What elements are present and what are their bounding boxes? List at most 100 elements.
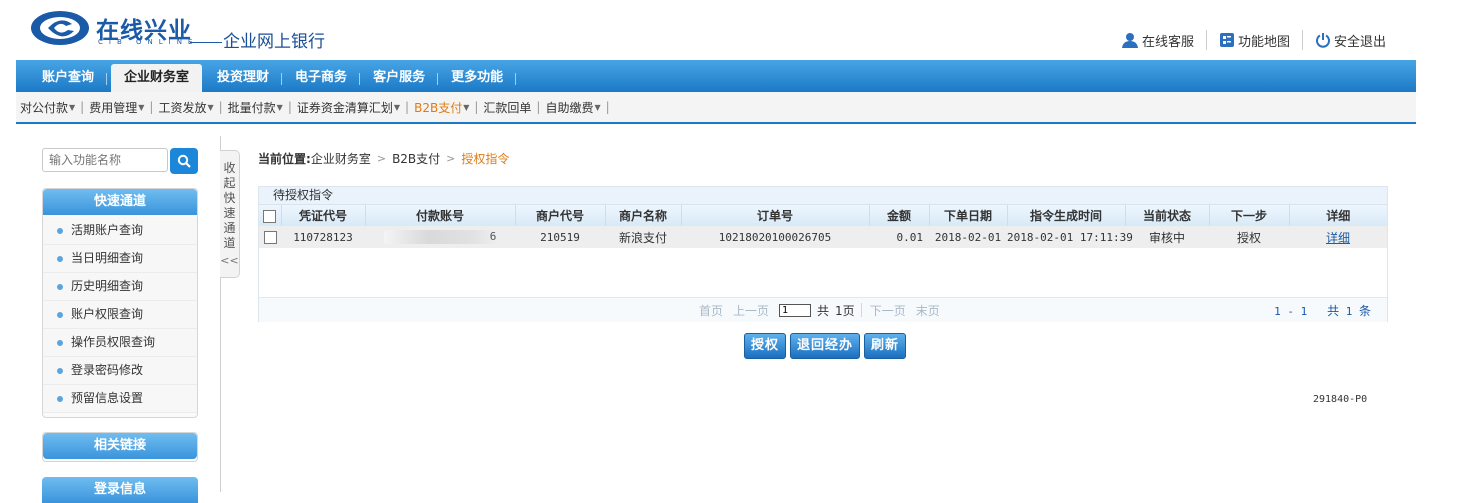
subnav-expense-management[interactable]: 费用管理 ▼	[85, 99, 148, 116]
quick-item-label: 当日明细查询	[71, 251, 144, 265]
quick-item-reserved-info[interactable]: 预留信息设置	[43, 385, 197, 413]
first-page-link[interactable]: 首页	[699, 302, 723, 319]
dropdown-arrow-icon: ▼	[463, 102, 470, 112]
search-button[interactable]	[170, 148, 198, 174]
col-order-date: 下单日期	[929, 205, 1008, 226]
function-search	[42, 148, 198, 176]
subnav-label: 对公付款	[20, 100, 69, 115]
collapse-char: 收	[223, 161, 236, 175]
breadcrumb-prefix: 当前位置	[258, 152, 307, 166]
nav-more-functions[interactable]: 更多功能	[438, 64, 517, 92]
quick-item-label: 预留信息设置	[71, 391, 144, 405]
function-search-input[interactable]	[42, 148, 168, 172]
cell-amount: 0.01	[896, 230, 924, 244]
breadcrumb-level2[interactable]: B2B支付	[392, 150, 440, 167]
record-count: 1 - 1 共 1 条	[1274, 302, 1371, 319]
subnav-label: 汇款回单	[483, 100, 532, 115]
cell-voucher: 110728123	[293, 230, 353, 244]
nav-customer-service[interactable]: 客户服务	[360, 64, 439, 92]
breadcrumb: 当前位置: 企业财务室 > B2B支付 > 授权指令	[258, 150, 509, 167]
cell-status: 审核中	[1148, 230, 1185, 245]
subnav-divider: |	[405, 100, 410, 114]
subnav-divider: |	[474, 100, 479, 114]
power-icon	[1316, 33, 1330, 48]
quick-access-title[interactable]: 快速通道	[43, 189, 197, 215]
double-chevron-left-icon: <<	[220, 254, 239, 267]
breadcrumb-chevron-icon: >	[376, 152, 387, 165]
account-tail: 6	[489, 230, 497, 243]
collapse-char: 快	[223, 191, 236, 205]
next-page-link[interactable]: 下一页	[870, 302, 906, 319]
quick-item-today-detail[interactable]: 当日明细查询	[43, 245, 197, 273]
select-all-checkbox[interactable]	[263, 209, 277, 223]
quick-item-history-detail[interactable]: 历史明细查询	[43, 273, 197, 301]
detail-link[interactable]: 详细	[1326, 231, 1350, 245]
transaction-code: 291840-P0	[1313, 394, 1368, 405]
nav-finance-room[interactable]: 企业财务室	[111, 64, 203, 92]
online-service-link[interactable]: 在线客服	[1109, 31, 1206, 50]
quick-access-list: 活期账户查询 当日明细查询 历史明细查询 账户权限查询 操作员权限查询 登录密码…	[43, 215, 197, 417]
quick-access-panel: 快速通道 活期账户查询 当日明细查询 历史明细查询 账户权限查询 操作员权限查询…	[42, 188, 198, 418]
quick-item-current-account[interactable]: 活期账户查询	[43, 217, 197, 245]
pending-instructions-grid: 待授权指令 凭证代号 付款账号 商户代号 商户名称 订单号 金额 下单日期 指令…	[258, 186, 1388, 322]
col-created-time: 指令生成时间	[1007, 205, 1126, 226]
nav-ecommerce[interactable]: 电子商务	[282, 64, 361, 92]
col-voucher: 凭证代号	[281, 205, 366, 226]
last-page-link[interactable]: 末页	[916, 302, 940, 319]
col-next-step: 下一步	[1209, 205, 1290, 226]
related-links-title[interactable]: 相关链接	[43, 433, 197, 459]
cell-detail: 详细	[1289, 226, 1387, 248]
col-pay-account: 付款账号	[365, 205, 516, 226]
subnav-batch-payment[interactable]: 批量付款 ▼	[224, 99, 287, 116]
subnav-divider: |	[80, 100, 85, 114]
function-map-label: 功能地图	[1237, 34, 1290, 50]
login-info-title[interactable]: 登录信息	[42, 477, 198, 503]
nav-investment[interactable]: 投资理财	[204, 64, 283, 92]
dropdown-arrow-icon: ▼	[393, 102, 401, 112]
logout-link[interactable]: 安全退出	[1303, 31, 1398, 50]
related-links-panel: 相关链接	[42, 432, 198, 462]
page-number-input[interactable]	[779, 303, 812, 317]
pager-links: 首页 上一页 共 1页 下一页 末页	[699, 302, 950, 319]
bullet-icon	[57, 227, 63, 234]
collapse-quick-access-tab[interactable]: 收 起 快 速 通 道 <<	[220, 150, 240, 278]
subnav-b2b-payment[interactable]: B2B支付 ▼	[410, 99, 473, 116]
pager-divider	[860, 303, 862, 317]
prev-page-link[interactable]: 上一页	[733, 302, 769, 319]
col-detail: 详细	[1326, 209, 1351, 223]
cell-next-step: 授权	[1236, 230, 1261, 245]
record-range: 1 - 1	[1274, 304, 1308, 318]
logo-subtitle: 企业网上银行	[223, 32, 325, 52]
record-count-suffix: 条	[1358, 303, 1371, 318]
customer-service-icon	[1121, 33, 1138, 48]
bank-logo[interactable]: 在线兴业 CIB ONLINE 企业网上银行	[30, 9, 330, 55]
record-count-value: 1	[1345, 304, 1353, 318]
subnav-remittance-receipt[interactable]: 汇款回单	[479, 99, 535, 116]
subnav-self-payment[interactable]: 自助缴费 ▼	[541, 99, 604, 116]
quick-item-password-change[interactable]: 登录密码修改	[43, 357, 197, 385]
breadcrumb-level1[interactable]: 企业财务室	[311, 150, 371, 167]
quick-item-account-permission[interactable]: 账户权限查询	[43, 301, 197, 329]
cell-created-time: 2018-02-01 17:11:39	[1007, 230, 1133, 244]
subnav-corporate-payment[interactable]: 对公付款 ▼	[16, 99, 79, 116]
quick-item-operator-permission[interactable]: 操作员权限查询	[43, 329, 197, 357]
table-row[interactable]: 110728123 6 210519 新浪支付 1021802010002670…	[259, 226, 1387, 248]
col-merchant-name: 商户名称	[605, 205, 682, 226]
subnav-payroll[interactable]: 工资发放 ▼	[154, 99, 217, 116]
return-to-handler-button[interactable]: 退回经办	[790, 333, 861, 359]
refresh-button[interactable]: 刷新	[864, 333, 907, 359]
row-checkbox[interactable]	[263, 230, 277, 244]
subnav-securities-clearing[interactable]: 证券资金清算汇划 ▼	[293, 99, 404, 116]
authorize-button[interactable]: 授权	[744, 333, 787, 359]
nav-account-query[interactable]: 账户查询	[16, 64, 108, 92]
subnav-label: 批量付款	[227, 100, 276, 115]
collapse-char: 速	[223, 206, 236, 220]
login-info-panel: 登录信息	[42, 477, 198, 503]
logo-divider	[190, 42, 222, 43]
breadcrumb-current: 授权指令	[461, 152, 510, 166]
bullet-icon	[57, 395, 63, 402]
function-map-icon	[1219, 33, 1234, 47]
dropdown-arrow-icon: ▼	[594, 102, 601, 112]
dropdown-arrow-icon: ▼	[207, 102, 214, 112]
function-map-link[interactable]: 功能地图	[1207, 31, 1302, 50]
